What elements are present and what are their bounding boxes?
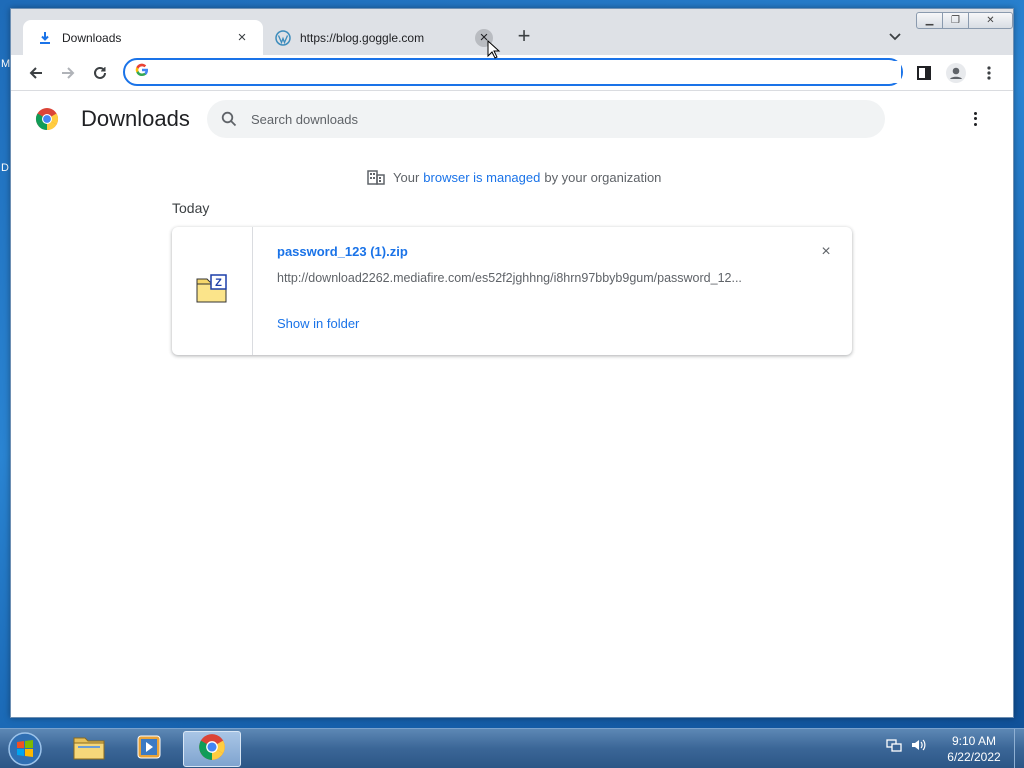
- new-tab-button[interactable]: +: [513, 25, 535, 48]
- managed-suffix: by your organization: [544, 169, 662, 185]
- building-icon: [367, 168, 385, 186]
- minimize-button[interactable]: ▁: [916, 12, 943, 29]
- tab-search-chevron-icon[interactable]: [887, 28, 903, 44]
- mouse-pointer-icon: [487, 39, 501, 60]
- desktop-label-fragment: D: [1, 162, 9, 174]
- remove-download-button[interactable]: ×: [817, 243, 835, 261]
- media-player-icon: [136, 734, 162, 765]
- show-in-folder-link[interactable]: Show in folder: [277, 316, 359, 331]
- downloads-menu-button[interactable]: [967, 108, 983, 130]
- tab-strip: Downloads × https://blog.goggle.com × + …: [11, 9, 1013, 55]
- address-input[interactable]: [157, 61, 901, 83]
- start-button[interactable]: [5, 730, 45, 768]
- managed-notice: Your browser is managed by your organiza…: [367, 168, 661, 186]
- address-bar[interactable]: [123, 58, 903, 86]
- taskbar-chrome[interactable]: [183, 731, 241, 767]
- download-filename-link[interactable]: password_123 (1).zip: [277, 244, 408, 259]
- google-g-icon: [135, 63, 149, 82]
- wordpress-icon: [275, 29, 291, 46]
- browser-managed-link[interactable]: browser is managed: [423, 170, 540, 185]
- tab-title: https://blog.goggle.com: [300, 30, 425, 45]
- tab-blog-goggle[interactable]: https://blog.goggle.com ×: [263, 20, 501, 55]
- chrome-logo-icon: [35, 107, 59, 131]
- zip-file-icon: Z: [195, 273, 229, 309]
- taskbar-clock[interactable]: 9:10 AM 6/22/2022: [936, 733, 1012, 765]
- file-icon-column: Z: [172, 227, 253, 355]
- chrome-menu-button[interactable]: [976, 61, 1002, 85]
- downloads-page: Downloads Search downloads Your browser …: [11, 92, 1013, 717]
- chrome-icon: [198, 733, 226, 766]
- clock-time: 9:10 AM: [951, 734, 997, 748]
- taskbar-explorer[interactable]: [60, 731, 118, 767]
- volume-icon[interactable]: [910, 737, 928, 758]
- download-icon: [37, 30, 53, 46]
- windows-taskbar: 9:10 AM 6/22/2022: [0, 728, 1024, 768]
- forward-button[interactable]: [55, 61, 81, 85]
- svg-text:Z: Z: [215, 277, 222, 289]
- search-placeholder: Search downloads: [251, 111, 358, 127]
- downloads-header: Downloads Search downloads: [11, 92, 1013, 148]
- show-desktop-button[interactable]: [1014, 729, 1024, 768]
- tab-close-button[interactable]: ×: [233, 29, 251, 47]
- browser-toolbar: [11, 55, 1013, 91]
- taskbar-media-player[interactable]: [120, 731, 178, 767]
- download-source-url[interactable]: http://download2262.mediafire.com/es52f2…: [277, 271, 777, 285]
- system-tray: [886, 737, 928, 758]
- date-group-heading: Today: [172, 200, 210, 216]
- reload-button[interactable]: [87, 61, 113, 85]
- side-panel-button[interactable]: [911, 61, 937, 85]
- managed-prefix: Your: [393, 169, 420, 185]
- search-icon: [219, 109, 239, 129]
- network-icon[interactable]: [886, 737, 902, 758]
- page-title: Downloads: [81, 106, 190, 131]
- profile-button[interactable]: [943, 61, 969, 85]
- desktop-label-fragment: M: [1, 58, 11, 70]
- tab-title: Downloads: [62, 30, 122, 45]
- close-window-button[interactable]: ✕: [968, 12, 1013, 29]
- download-item-card: Z password_123 (1).zip http://download22…: [172, 227, 852, 355]
- tab-downloads[interactable]: Downloads ×: [23, 20, 263, 55]
- search-downloads-field[interactable]: Search downloads: [207, 100, 885, 138]
- clock-date: 6/22/2022: [947, 750, 1001, 764]
- folder-icon: [73, 734, 105, 765]
- back-button[interactable]: [23, 61, 49, 85]
- browser-window: Downloads × https://blog.goggle.com × + …: [10, 8, 1014, 718]
- maximize-button[interactable]: ❐: [942, 12, 969, 29]
